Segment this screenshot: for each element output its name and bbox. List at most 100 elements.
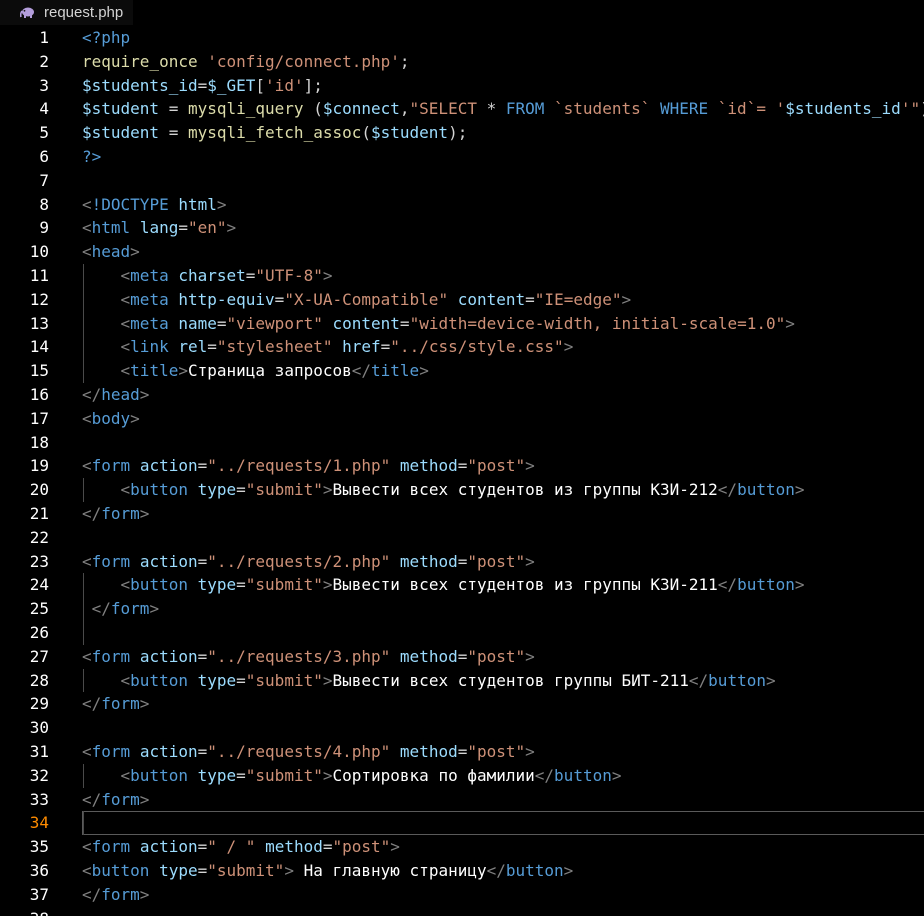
code-token: > <box>621 289 632 309</box>
code-line[interactable]: 38 <box>0 907 924 916</box>
line-number: 1 <box>39 28 49 47</box>
code-line[interactable]: 13 <meta name="viewport" content="width=… <box>0 312 924 336</box>
code-line[interactable]: 23 <form action="../requests/2.php" metho… <box>0 550 924 574</box>
code-token: "../requests/3.php" <box>207 646 391 666</box>
code-token: < <box>120 337 131 357</box>
code-line[interactable]: 11 <meta charset="UTF-8"> <box>0 264 924 288</box>
code-line[interactable]: 5 $student = mysqli_fetch_assoc($student)… <box>0 121 924 145</box>
code-line[interactable]: 21 </form> <box>0 502 924 526</box>
code-line[interactable]: 24 <button type="submit">Вывести всех ст… <box>0 573 924 597</box>
code-token: !DOCTYPE <box>91 194 169 214</box>
code-line[interactable]: 20 <button type="submit">Вывести всех ст… <box>0 478 924 502</box>
code-line[interactable]: 30 <box>0 716 924 740</box>
code-line[interactable]: 15 <title>Страница запросов</title> <box>0 359 924 383</box>
line-number: 19 <box>29 456 49 476</box>
line-number: 16 <box>29 385 49 404</box>
code-token: form <box>91 646 131 666</box>
code-token: method <box>265 837 323 857</box>
code-token: meta <box>130 266 169 285</box>
tab-request-php[interactable]: request.php <box>0 0 134 25</box>
code-token: </ <box>82 504 102 523</box>
code-token: > <box>611 765 622 785</box>
code-line[interactable]: 27 <form action="../requests/3.php" metho… <box>0 645 924 669</box>
code-line[interactable]: 28 <button type="submit">Вывести всех ст… <box>0 669 924 693</box>
code-line[interactable]: 26 <box>0 621 924 645</box>
code-token: > <box>284 861 294 880</box>
code-line[interactable]: 29 </form> <box>0 692 924 716</box>
code-token: WHERE <box>659 99 709 119</box>
code-token: "X-UA-Compatible" <box>284 289 449 309</box>
code-token: = <box>457 456 468 476</box>
code-line[interactable]: 33 </form> <box>0 788 924 812</box>
line-number: 31 <box>29 742 49 761</box>
code-text: $students_id=$_GET['id']; <box>82 74 323 98</box>
code-token: > <box>139 385 150 404</box>
line-number: 9 <box>39 218 49 238</box>
code-token: form <box>91 837 131 857</box>
code-line[interactable]: 18 <box>0 431 924 455</box>
code-line[interactable]: 14 <link rel="stylesheet" href="../css/s… <box>0 335 924 359</box>
line-number: 35 <box>29 837 49 857</box>
code-line[interactable]: 35 <form action=" / " method="post"> <box>0 835 924 859</box>
code-line[interactable]: 37 </form> <box>0 883 924 907</box>
code-token: form <box>91 551 131 571</box>
code-token: "../requests/2.php" <box>207 551 391 571</box>
code-line[interactable]: 8 <!DOCTYPE html> <box>0 193 924 217</box>
code-line[interactable]: 12 <meta http-equiv="X-UA-Compatible" co… <box>0 288 924 312</box>
line-number: 6 <box>39 147 49 166</box>
code-line[interactable]: 22 <box>0 526 924 550</box>
code-line[interactable]: 32 <button type="submit">Сортировка по ф… <box>0 764 924 788</box>
code-token: < <box>120 266 131 285</box>
code-token: < <box>82 646 92 666</box>
indent-guide <box>83 668 84 693</box>
code-line[interactable]: 17 <body> <box>0 407 924 431</box>
code-token: </ <box>486 861 506 880</box>
code-line[interactable]: 9 <html lang="en"> <box>0 216 924 240</box>
code-token: head <box>91 242 131 262</box>
code-editor[interactable]: 1 <?php 2 require_once 'config/connect.php'… <box>0 25 924 916</box>
code-token: method <box>399 456 458 476</box>
line-number: 7 <box>39 170 49 190</box>
code-line[interactable]: 7 <box>0 169 924 193</box>
code-token: charset <box>178 266 246 285</box>
code-token: = <box>216 313 227 333</box>
code-line[interactable]: 2 require_once 'config/connect.php'; <box>0 50 924 74</box>
code-token: name <box>178 313 217 333</box>
code-line[interactable]: 16 </head> <box>0 383 924 407</box>
code-token: = <box>178 218 188 238</box>
code-token: </ <box>534 765 555 785</box>
code-line[interactable]: 3 $students_id=$_GET['id']; <box>0 74 924 98</box>
line-number: 38 <box>0 907 49 916</box>
code-token: < <box>120 480 131 500</box>
code-token: </ <box>717 575 738 595</box>
code-line[interactable]: 36 <button type="submit"> На главную стра… <box>0 859 924 883</box>
code-line[interactable]: 6 ?> <box>0 145 924 169</box>
code-token: = <box>159 99 188 119</box>
code-token: $students_id <box>82 75 198 95</box>
code-line[interactable]: 34 <box>0 811 924 835</box>
code-text: <button type="submit">Вывести всех студе… <box>82 669 776 693</box>
code-line[interactable]: 19 <form action="../requests/1.php" metho… <box>0 454 924 478</box>
code-token: title <box>130 361 179 381</box>
code-token: rel <box>178 337 208 357</box>
code-line[interactable]: 4 $student = mysqli_query ($connect,"SELE… <box>0 97 924 121</box>
line-number: 25 <box>29 599 49 619</box>
code-line[interactable]: 1 <?php <box>0 26 924 50</box>
line-number: 28 <box>29 670 49 690</box>
code-line[interactable]: 31 <form action="../requests/4.php" metho… <box>0 740 924 764</box>
code-token: > <box>765 670 776 690</box>
code-line[interactable]: 25 </form> <box>0 597 924 621</box>
code-line[interactable]: 10 <head> <box>0 240 924 264</box>
line-number: 37 <box>29 884 49 904</box>
code-token: Сортировка по фамилии <box>332 765 535 785</box>
code-text: <form action="../requests/3.php" method=… <box>82 645 535 669</box>
